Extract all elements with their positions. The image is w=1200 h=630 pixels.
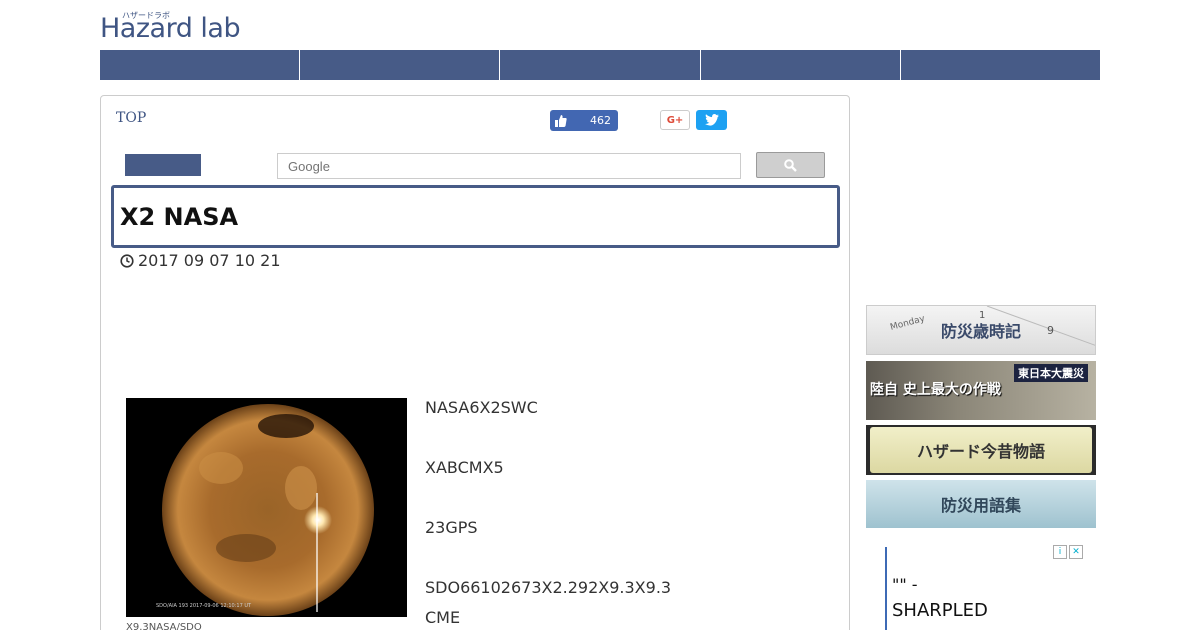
nav-item-5[interactable] — [901, 50, 1100, 80]
site-logo[interactable]: ハザードラボ Hazard lab — [100, 10, 250, 44]
search-button[interactable] — [756, 152, 825, 178]
article-body: NASA6X2SWC XABCMX5 23GPS SDO66102673X2.2… — [425, 398, 671, 628]
twitter-icon — [704, 114, 719, 126]
clock-icon — [120, 253, 134, 268]
nav-item-2[interactable] — [300, 50, 501, 80]
ad-info-icon[interactable]: i — [1053, 545, 1067, 559]
logo-name: Hazard lab — [100, 13, 241, 44]
banner-3-label: ハザード今昔物語 — [916, 442, 1045, 461]
banner-2-tag: 東日本大震災 — [1014, 364, 1088, 382]
banner-1-label: 防災歳時記 — [940, 322, 1021, 341]
google-plus-button[interactable]: G+ — [660, 110, 690, 130]
like-count: 462 — [590, 114, 611, 127]
svg-text:9: 9 — [1047, 324, 1054, 337]
article-title: X2 NASA — [120, 203, 239, 231]
category-tag[interactable] — [125, 154, 201, 176]
banner-rikuji[interactable]: 陸自 史上最大の作戦 東日本大震災 — [866, 361, 1096, 420]
scroll-shape: ハザード今昔物語 — [870, 427, 1092, 473]
main-nav — [100, 50, 1100, 80]
thumbs-up-icon — [550, 110, 572, 131]
banner-bousai-yougo[interactable]: 防災用語集 — [866, 480, 1096, 528]
article-photo-sun: SDO/AIA 193 2017-09-06 12:10:17 UT — [126, 398, 407, 617]
ad-line-2: SHARPLED — [892, 600, 988, 621]
nav-item-1[interactable] — [100, 50, 301, 80]
banner-4-label: 防災用語集 — [940, 496, 1021, 515]
search-icon — [784, 158, 797, 172]
nav-item-3[interactable] — [500, 50, 701, 80]
paragraph-5: CME — [425, 608, 461, 627]
ad-line-1: "" - — [892, 575, 918, 594]
paragraph-2: XABCMX5 — [425, 458, 504, 477]
ad-controls: i ✕ — [1053, 545, 1083, 559]
nav-item-4[interactable] — [701, 50, 901, 80]
twitter-button[interactable] — [696, 110, 727, 130]
article-card: TOP 462 G+ X2 NASA 2017 09 07 10 21 — [100, 95, 850, 630]
svg-text:Monday: Monday — [889, 314, 927, 333]
article-date: 2017 09 07 10 21 — [120, 251, 281, 270]
date-text: 2017 09 07 10 21 — [138, 251, 281, 270]
paragraph-1: NASA6X2SWC — [425, 398, 538, 417]
svg-text:SDO/AIA 193 2017-09-06 12:1: SDO/AIA 193 2017-09-06 12:10:17 UT — [156, 603, 252, 609]
paragraph-3: 23GPS — [425, 518, 478, 537]
banner-bousai-saijiki[interactable]: Monday 9 1 防災歳時記 — [866, 305, 1096, 355]
banner-hazard-konjaku[interactable]: ハザード今昔物語 — [866, 425, 1096, 475]
ad-box[interactable]: i ✕ "" - SHARPLED — [885, 545, 1085, 630]
breadcrumb-top[interactable]: TOP — [116, 110, 146, 126]
photo-caption: X9.3NASA/SDO — [126, 622, 202, 630]
search-input[interactable] — [277, 153, 741, 179]
article-title-box: X2 NASA — [111, 185, 840, 248]
banner-2-label: 陸自 史上最大の作戦 — [870, 382, 1001, 398]
facebook-like-button[interactable]: 462 — [550, 110, 618, 131]
ad-close-icon[interactable]: ✕ — [1069, 545, 1083, 559]
paragraph-4: SDO66102673X2.292X9.3X9.3 — [425, 578, 672, 597]
